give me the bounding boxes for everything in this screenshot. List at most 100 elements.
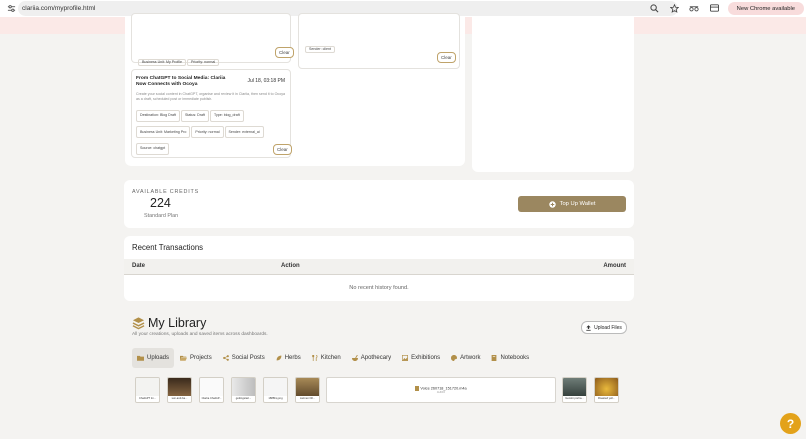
thumbnail-image	[296, 378, 319, 398]
incognito-icon[interactable]	[688, 1, 700, 15]
tab-apothecary[interactable]: Apothecary	[347, 348, 396, 368]
clear-button[interactable]: Clear	[437, 52, 456, 63]
tab-label: Social Posts	[231, 355, 265, 361]
help-button[interactable]: ?	[780, 413, 801, 434]
thumbnail-image	[136, 378, 159, 398]
item-caption: sun-and-ba...	[168, 396, 191, 402]
library-item-audio[interactable]: Voice 260718_151720.m4a AUDIO	[326, 377, 556, 403]
credits-card: AVAILABLE CREDITS 224 Standard Plan Top …	[124, 180, 634, 228]
item-caption: ChatGPT Im...	[136, 396, 159, 402]
wallet-icon[interactable]	[708, 1, 720, 15]
folder-open-icon	[180, 355, 188, 361]
library-item[interactable]: gettingstart...	[231, 377, 256, 403]
library-item[interactable]: Clariia ChatGP...	[199, 377, 224, 403]
thumbnail-image	[168, 378, 191, 398]
item-caption: 1888hq.png	[264, 396, 287, 402]
library-item[interactable]: carmen hill...	[295, 377, 320, 403]
side-panel	[472, 17, 634, 172]
chrome-update-button[interactable]: New Chrome available	[727, 2, 804, 15]
event-chip: Status: Draft	[180, 109, 209, 122]
clear-button[interactable]: Clear	[275, 47, 294, 58]
mortar-icon	[351, 355, 358, 361]
bookmark-star-icon[interactable]	[668, 1, 680, 15]
notebook-icon	[492, 355, 497, 361]
item-caption: Gemini portra...	[563, 396, 586, 402]
folder-icon	[137, 355, 144, 361]
event-chip: Priority: normal	[191, 126, 224, 138]
library-item[interactable]: Gemini portra...	[562, 377, 587, 403]
transactions-header: Date Action Amount	[124, 259, 634, 275]
top-up-label: Top Up Wallet	[559, 201, 596, 207]
tab-label: Apothecary	[360, 355, 392, 361]
item-caption: Roasted yell...	[595, 396, 618, 402]
item-caption: Clariia ChatGP...	[200, 396, 223, 402]
empty-state: No recent history found.	[349, 285, 409, 291]
column-amount: Amount	[603, 263, 626, 269]
tab-uploads[interactable]: Uploads	[132, 348, 175, 368]
event-chip: Business Unit: My Profile	[138, 58, 186, 66]
event-chip: Sender: client	[305, 45, 335, 53]
tab-label: Projects	[190, 355, 212, 361]
audio-type: AUDIO	[436, 391, 446, 394]
event-date: Jul 18, 03:18 PM	[247, 78, 285, 84]
tab-label: Artwork	[460, 355, 481, 361]
tab-label: Herbs	[284, 355, 301, 361]
tab-projects[interactable]: Projects	[175, 348, 217, 368]
library-item[interactable]: 1888hq.png	[263, 377, 288, 403]
column-action: Action	[281, 263, 300, 269]
item-caption: carmen hill...	[296, 396, 319, 402]
layers-icon	[132, 317, 145, 330]
tab-herbs[interactable]: Herbs	[271, 348, 306, 368]
library-item[interactable]: ChatGPT Im...	[135, 377, 160, 403]
tab-exhibitions[interactable]: Exhibitions	[397, 348, 445, 368]
top-up-wallet-button[interactable]: Top Up Wallet	[518, 196, 626, 212]
upload-icon	[586, 324, 591, 331]
event-chip: Sender: external_ai	[224, 126, 264, 138]
event-card: Sender: client Clear	[298, 13, 460, 69]
transactions-card: Recent Transactions Date Action Amount N…	[124, 236, 634, 301]
thumbnail-image	[595, 378, 618, 398]
thumbnail-image	[232, 378, 255, 398]
thumbnail-image	[200, 378, 223, 398]
event-chip: Business Unit: Marketing Pro	[136, 126, 191, 138]
library-item[interactable]: Roasted yell...	[594, 377, 619, 403]
palette-icon	[451, 355, 458, 361]
column-date: Date	[132, 263, 146, 269]
event-chips: Destination: Blog Draft Status: Draft Type…	[136, 107, 286, 157]
tab-label: Notebooks	[500, 355, 530, 361]
events-panel: Business Unit: My Profile Priority: norma…	[125, 13, 465, 166]
library-title: My Library	[148, 316, 207, 330]
library-subtitle: All your creations, uploads and saved it…	[132, 332, 268, 337]
transactions-title: Recent Transactions	[132, 243, 204, 252]
tab-label: Exhibitions	[411, 355, 441, 361]
url-text: clariia.com/myprofile.html	[22, 5, 96, 12]
upload-files-button[interactable]: Upload Files	[581, 321, 627, 334]
upload-label: Upload Files	[594, 324, 622, 331]
event-title: From ChatGPT to Social Media: Clariia No…	[136, 76, 226, 87]
leaf-icon	[276, 355, 282, 361]
tab-artwork[interactable]: Artwork	[446, 348, 485, 368]
credits-label: AVAILABLE CREDITS	[132, 189, 200, 195]
event-chips: Sender: client	[305, 37, 336, 55]
event-card: From ChatGPT to Social Media: Clariia No…	[131, 69, 292, 158]
tab-label: Uploads	[147, 355, 170, 361]
tab-notebooks[interactable]: Notebooks	[486, 348, 534, 368]
question-icon: ?	[786, 416, 795, 431]
tab-social-posts[interactable]: Social Posts	[218, 348, 270, 368]
credits-value: 224	[150, 196, 171, 210]
library-item[interactable]: sun-and-ba...	[167, 377, 192, 403]
event-chip: Type: blog_draft	[209, 109, 244, 122]
event-chip: Destination: Blog Draft	[136, 109, 180, 122]
tab-kitchen[interactable]: Kitchen	[307, 348, 346, 368]
site-settings-icon[interactable]	[3, 1, 19, 17]
plan-name: Standard Plan	[144, 213, 179, 219]
thumbnail-image	[563, 378, 586, 398]
event-card: Business Unit: My Profile Priority: norma…	[131, 13, 294, 84]
zoom-icon[interactable]	[648, 1, 660, 15]
clear-button[interactable]: Clear	[273, 144, 292, 155]
utensils-icon	[311, 355, 318, 361]
thumbnail-image	[264, 378, 287, 398]
event-chip: Source: chatgpt	[136, 142, 170, 155]
item-caption: gettingstart...	[232, 396, 255, 402]
library-tabs: Uploads Projects Social Posts Herbs Kitc…	[132, 348, 535, 368]
